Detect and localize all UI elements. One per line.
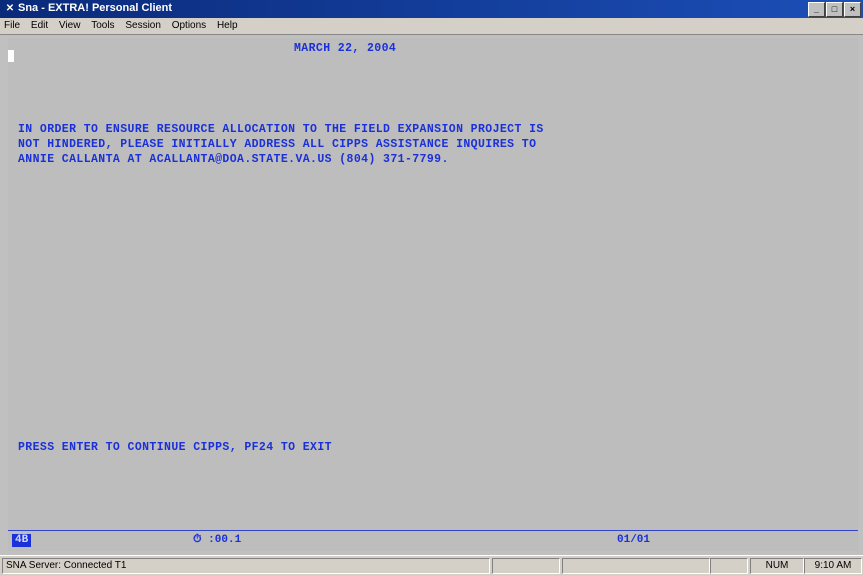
status-bar: SNA Server: Connected T1 NUM 9:10 AM xyxy=(0,555,863,576)
menu-tools[interactable]: Tools xyxy=(87,18,118,31)
operator-info-area: 4B ⏱ :00.1 01/01 xyxy=(8,530,858,551)
extra-app-icon[interactable]: ✕ xyxy=(4,3,16,15)
cursor-position: 01/01 xyxy=(617,534,651,546)
window-title: Sna - EXTRA! Personal Client xyxy=(18,2,173,14)
close-button[interactable]: × xyxy=(844,2,861,17)
connection-status: SNA Server: Connected T1 xyxy=(2,558,490,574)
clock-indicator: ⏱ :00.1 xyxy=(193,534,242,546)
status-pane xyxy=(492,558,560,574)
terminal-screen[interactable]: MARCH 22, 2004 IN ORDER TO ENSURE RESOUR… xyxy=(8,38,858,530)
minimize-button[interactable]: _ xyxy=(808,2,825,17)
num-lock-indicator: NUM xyxy=(750,558,804,574)
continue-prompt: PRESS ENTER TO CONTINUE CIPPS, PF24 TO E… xyxy=(18,441,332,454)
window-controls: _ □ × xyxy=(808,2,861,17)
message-line: IN ORDER TO ENSURE RESOURCE ALLOCATION T… xyxy=(18,123,544,136)
title-bar: ✕ Sna - EXTRA! Personal Client _ □ × xyxy=(0,0,863,18)
menu-file[interactable]: File xyxy=(0,18,24,31)
menu-help[interactable]: Help xyxy=(213,18,242,31)
terminal-cursor xyxy=(8,50,14,62)
message-line: NOT HINDERED, PLEASE INITIALLY ADDRESS A… xyxy=(18,138,537,151)
notice-message: IN ORDER TO ENSURE RESOURCE ALLOCATION T… xyxy=(18,122,544,167)
status-pane xyxy=(710,558,748,574)
menu-bar: File Edit View Tools Session Options Hel… xyxy=(0,18,863,35)
session-indicator: 4B xyxy=(12,534,32,547)
menu-edit[interactable]: Edit xyxy=(27,18,52,31)
menu-session[interactable]: Session xyxy=(121,18,165,31)
maximize-button[interactable]: □ xyxy=(826,2,843,17)
message-line: ANNIE CALLANTA AT ACALLANTA@DOA.STATE.VA… xyxy=(18,153,449,166)
screen-date: MARCH 22, 2004 xyxy=(294,42,397,55)
status-pane xyxy=(562,558,710,574)
clock-display: 9:10 AM xyxy=(804,558,862,574)
menu-view[interactable]: View xyxy=(55,18,85,31)
menu-options[interactable]: Options xyxy=(168,18,210,31)
